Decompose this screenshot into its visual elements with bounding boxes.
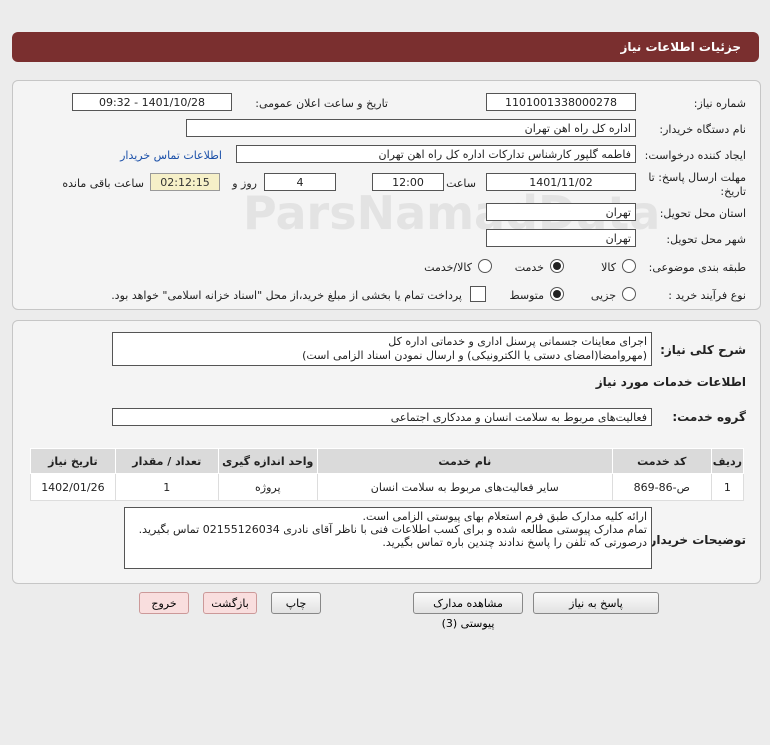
details-panel: شرح کلی نیاز: اجرای معاینات جسمانی پرسنل… xyxy=(12,320,761,584)
exit-button[interactable]: خروج xyxy=(139,592,189,614)
deadline-time-field: 12:00 xyxy=(372,173,444,191)
creator-field: فاطمه گلپور کارشناس تدارکات اداره کل راه… xyxy=(236,145,636,163)
cell-service-name: سایر فعالیت‌های مربوط به سلامت انسان xyxy=(316,473,613,501)
col-service-name: نام خدمت xyxy=(316,448,613,474)
process-radio-medium[interactable] xyxy=(550,287,564,301)
table-row: 1 ص-86-869 سایر فعالیت‌های مربوط به سلام… xyxy=(30,473,745,501)
buyer-org-field: اداره کل راه اهن تهران xyxy=(186,119,636,137)
buyer-notes-line-2: تمام مدارک پیوستی مطالعه شده و برای کسب … xyxy=(138,523,647,536)
buyer-org-label: نام دستگاه خریدار: xyxy=(659,123,746,136)
services-table: ردیف کد خدمت نام خدمت واحد اندازه گیری ت… xyxy=(30,448,745,501)
print-button[interactable]: چاپ xyxy=(271,592,321,614)
cell-unit: پروژه xyxy=(217,473,318,501)
service-group-label: گروه خدمت: xyxy=(672,410,746,424)
days-field: 4 xyxy=(264,173,336,191)
treasury-payment-note: پرداخت تمام یا بخشی از مبلغ خرید،از محل … xyxy=(111,289,462,302)
category-radio-service[interactable] xyxy=(550,259,564,273)
announce-label: تاریخ و ساعت اعلان عمومی: xyxy=(255,97,388,110)
services-table-header: ردیف کد خدمت نام خدمت واحد اندازه گیری ت… xyxy=(30,448,745,474)
process-radio-minor[interactable] xyxy=(622,287,636,301)
creator-label: ایجاد کننده درخواست: xyxy=(644,149,746,162)
cell-row: 1 xyxy=(710,473,745,501)
deadline-label-date: تاریخ: xyxy=(720,185,746,198)
announce-datetime-field: 1401/10/28 - 09:32 xyxy=(72,93,232,111)
buyer-notes-line-1: ارائه کلیه مدارک طبق فرم استعلام بهای پی… xyxy=(362,510,647,523)
remaining-time-field: 02:12:15 xyxy=(150,173,220,191)
col-service-code: کد خدمت xyxy=(611,448,712,474)
delivery-province-label: استان محل تحویل: xyxy=(659,207,746,220)
need-number-field: 1101001338000278 xyxy=(486,93,636,111)
buyer-notes-label: توضیحات خریدار: xyxy=(644,533,746,547)
category-option-goods: کالا xyxy=(601,261,616,274)
category-label: طبقه بندی موضوعی: xyxy=(648,261,746,274)
info-panel: ParsNamadData شماره نیاز: 11010013380002… xyxy=(12,80,761,310)
cell-quantity: 1 xyxy=(114,473,219,501)
category-option-service: خدمت xyxy=(514,261,544,274)
col-quantity: تعداد / مقدار xyxy=(114,448,219,474)
reply-button[interactable]: پاسخ به نیاز xyxy=(533,592,659,614)
cell-need-date: 1402/01/26 xyxy=(30,473,116,501)
back-button[interactable]: بازگشت xyxy=(203,592,257,614)
treasury-payment-checkbox[interactable] xyxy=(470,286,486,302)
col-row: ردیف xyxy=(710,448,745,474)
deadline-time-label: ساعت xyxy=(446,177,476,190)
deadline-date-field: 1401/11/02 xyxy=(486,173,636,191)
col-need-date: تاریخ نیاز xyxy=(30,448,116,474)
remaining-label: ساعت باقی مانده xyxy=(62,177,144,190)
delivery-city-label: شهر محل تحویل: xyxy=(666,233,746,246)
delivery-city-field: تهران xyxy=(486,229,636,247)
summary-label: شرح کلی نیاز: xyxy=(660,343,746,357)
view-attachments-button[interactable]: مشاهده مدارک پیوستی (3) xyxy=(413,592,523,630)
buyer-notes-field: ارائه کلیه مدارک طبق فرم استعلام بهای پی… xyxy=(124,507,652,569)
col-unit: واحد اندازه گیری xyxy=(217,448,318,474)
service-group-field: فعالیت‌های مربوط به سلامت انسان و مددکار… xyxy=(112,408,652,426)
contact-buyer-link[interactable]: اطلاعات تماس خریدار xyxy=(120,149,222,162)
deadline-label: مهلت ارسال پاسخ: تا xyxy=(648,171,746,184)
delivery-province-field: تهران xyxy=(486,203,636,221)
category-radio-goods-service[interactable] xyxy=(478,259,492,273)
process-type-label: نوع فرآیند خرید : xyxy=(668,289,746,302)
process-option-medium: متوسط xyxy=(509,289,544,302)
page-header: جزئیات اطلاعات نیاز xyxy=(12,32,759,62)
summary-field: اجرای معاینات جسمانی پرسنل اداری و خدمات… xyxy=(112,332,652,366)
category-option-goods-service: کالا/خدمت xyxy=(424,261,472,274)
process-option-minor: جزیی xyxy=(590,289,616,302)
services-section-title: اطلاعات خدمات مورد نیاز xyxy=(595,375,746,389)
need-number-label: شماره نیاز: xyxy=(693,97,746,110)
summary-line-1: اجرای معاینات جسمانی پرسنل اداری و خدمات… xyxy=(388,335,647,348)
days-label: روز و xyxy=(232,177,257,190)
page-title: جزئیات اطلاعات نیاز xyxy=(620,40,741,54)
cell-service-code: ص-86-869 xyxy=(611,473,712,501)
buyer-notes-line-3: درصورتی که تلفن را پاسخ ندادند چندین بار… xyxy=(382,536,647,549)
summary-line-2: (مهروامضا(امضای دستی یا الکترونیکی) و ار… xyxy=(302,349,647,362)
category-radio-goods[interactable] xyxy=(622,259,636,273)
